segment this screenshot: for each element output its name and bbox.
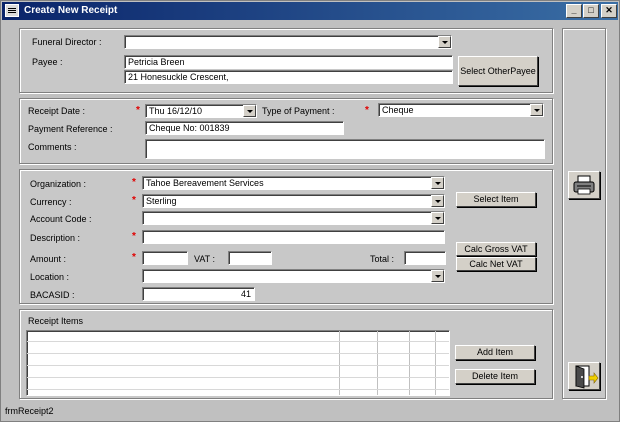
- funeral-director-select[interactable]: [124, 35, 452, 49]
- select-other-payee-button[interactable]: Select OtherPayee: [458, 56, 538, 86]
- close-button[interactable]: ✕: [601, 4, 617, 18]
- required-marker: *: [365, 105, 369, 116]
- create-receipt-window: Create New Receipt _ □ ✕ Funeral Directo…: [0, 0, 620, 422]
- currency-value: Sterling: [146, 196, 177, 206]
- grid-row-divider: [27, 353, 449, 354]
- status-bar-form-name: frmReceipt2: [5, 406, 54, 416]
- chevron-down-icon[interactable]: [431, 195, 444, 207]
- payee-address-field[interactable]: 21 Honesuckle Crescent,: [124, 70, 453, 84]
- delete-item-button[interactable]: Delete Item: [455, 369, 535, 384]
- action-side-panel: [562, 28, 606, 399]
- exit-door-icon: [575, 365, 599, 389]
- window-title: Create New Receipt: [24, 5, 118, 16]
- comments-field[interactable]: [145, 139, 545, 159]
- funeral-director-label: Funeral Director :: [32, 37, 102, 47]
- calc-net-vat-button[interactable]: Calc Net VAT: [456, 257, 536, 271]
- required-marker: *: [132, 231, 136, 242]
- payee-panel: Funeral Director : Payee : Petricia Bree…: [19, 28, 553, 93]
- grid-row-divider: [27, 365, 449, 366]
- location-label: Location :: [30, 272, 70, 282]
- organization-label: Organization :: [30, 179, 87, 189]
- comments-label: Comments :: [28, 142, 77, 152]
- description-field[interactable]: [142, 230, 445, 244]
- payment-reference-field[interactable]: Cheque No: 001839: [145, 121, 344, 135]
- chevron-down-icon[interactable]: [431, 270, 444, 282]
- vat-label: VAT :: [194, 254, 216, 264]
- account-code-label: Account Code :: [30, 214, 92, 224]
- payment-reference-label: Payment Reference :: [28, 124, 113, 134]
- minimize-button[interactable]: _: [566, 4, 582, 18]
- receipt-panel: Receipt Date : * Thu 16/12/10 Type of Pa…: [19, 98, 553, 164]
- receipt-date-value: Thu 16/12/10: [149, 106, 203, 116]
- grid-row-divider: [27, 341, 449, 342]
- total-label: Total :: [370, 254, 395, 264]
- required-marker: *: [132, 177, 136, 188]
- chevron-down-icon[interactable]: [530, 104, 543, 116]
- payment-type-select[interactable]: Cheque: [378, 103, 544, 117]
- chevron-down-icon[interactable]: [431, 177, 444, 189]
- description-label: Description :: [30, 233, 81, 243]
- currency-select[interactable]: Sterling: [142, 194, 445, 208]
- amount-field[interactable]: [142, 251, 188, 265]
- maximize-button[interactable]: □: [583, 4, 599, 18]
- receipt-date-select[interactable]: Thu 16/12/10: [145, 104, 257, 118]
- account-code-select[interactable]: [142, 211, 445, 225]
- bacasid-label: BACASID :: [30, 290, 75, 300]
- item-detail-panel: Organization : * Tahoe Bereavement Servi…: [19, 169, 553, 304]
- print-button[interactable]: [568, 171, 600, 199]
- add-item-button[interactable]: Add Item: [455, 345, 535, 360]
- required-marker: *: [132, 252, 136, 263]
- payee-label: Payee :: [32, 57, 63, 67]
- calc-gross-vat-button[interactable]: Calc Gross VAT: [456, 242, 536, 256]
- bacasid-field[interactable]: 41: [142, 287, 255, 301]
- exit-button[interactable]: [568, 362, 600, 390]
- grid-row-divider: [27, 389, 449, 390]
- receipt-date-label: Receipt Date :: [28, 106, 86, 116]
- printer-icon: [573, 175, 595, 195]
- title-bar: Create New Receipt _ □ ✕: [2, 2, 618, 20]
- chevron-down-icon[interactable]: [243, 105, 256, 117]
- receipt-items-grid[interactable]: [26, 330, 450, 396]
- grid-row-divider: [27, 377, 449, 378]
- required-marker: *: [136, 105, 140, 116]
- receipt-items-panel: Receipt Items Add Item Delete Item: [19, 309, 553, 399]
- form-icon: [5, 4, 19, 17]
- select-item-button[interactable]: Select Item: [456, 192, 536, 207]
- vat-field[interactable]: [228, 251, 272, 265]
- chevron-down-icon[interactable]: [438, 36, 451, 48]
- organization-select[interactable]: Tahoe Bereavement Services: [142, 176, 445, 190]
- payee-name-field[interactable]: Petricia Breen: [124, 55, 453, 69]
- chevron-down-icon[interactable]: [431, 212, 444, 224]
- required-marker: *: [132, 195, 136, 206]
- location-select[interactable]: [142, 269, 445, 283]
- organization-value: Tahoe Bereavement Services: [146, 178, 264, 188]
- amount-label: Amount :: [30, 254, 67, 264]
- payment-type-label: Type of Payment :: [262, 106, 335, 116]
- total-field[interactable]: [404, 251, 446, 265]
- receipt-items-title: Receipt Items: [28, 316, 84, 326]
- currency-label: Currency :: [30, 197, 72, 207]
- payment-type-value: Cheque: [382, 105, 414, 115]
